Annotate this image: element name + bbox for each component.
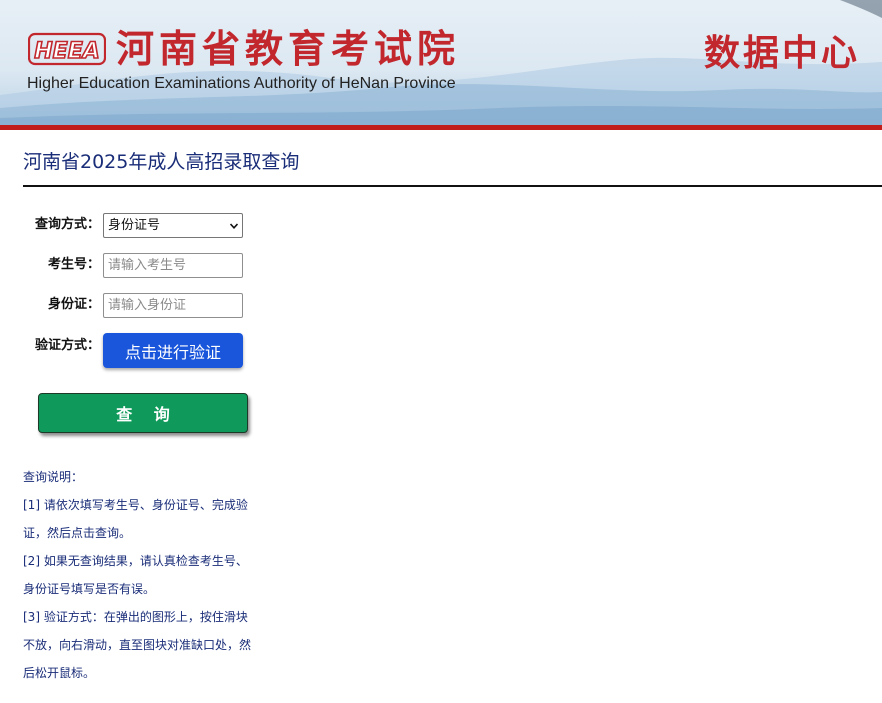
exam-number-label: 考生号： — [47, 257, 100, 272]
page-title: 河南省2025年成人高招录取查询 — [23, 151, 300, 173]
query-button[interactable]: 查 询 — [38, 393, 248, 433]
verify-method-label: 验证方式： — [34, 338, 100, 353]
instruction-item: [3] 验证方式：在弹出的图形上，按住滑块不放，向右滑动，直至图块对准缺口处，然… — [23, 610, 252, 680]
header-divider — [0, 125, 882, 130]
title-divider — [23, 185, 882, 187]
id-card-label: 身份证： — [47, 297, 100, 312]
verify-button[interactable]: 点击进行验证 — [103, 333, 243, 368]
query-method-select[interactable]: 身份证号 — [103, 213, 243, 238]
header-banner: HEEA 河南省教育考试院 Higher Education Examinati… — [0, 0, 882, 127]
svg-text:HEEA: HEEA — [34, 39, 100, 64]
site-title-cn: 河南省教育考试院 — [116, 27, 461, 71]
data-center-title: 数据中心 — [703, 33, 860, 74]
instruction-item: [2] 如果无查询结果，请认真检查考生号、身份证号填写是否有误。 — [23, 554, 248, 596]
chevron-down-icon — [230, 223, 238, 229]
id-card-input[interactable] — [103, 293, 243, 318]
site-title-en: Higher Education Examinations Authority … — [27, 75, 456, 92]
instruction-item: [1] 请依次填写考生号、身份证号、完成验证，然后点击查询。 — [23, 498, 248, 540]
query-method-label: 查询方式： — [34, 217, 100, 232]
heea-logo: HEEA — [28, 32, 106, 66]
query-instructions: 查询说明： [1] 请依次填写考生号、身份证号、完成验证，然后点击查询。 [2]… — [23, 463, 255, 687]
query-method-selected: 身份证号 — [108, 218, 161, 233]
exam-number-input[interactable] — [103, 253, 243, 278]
instructions-heading: 查询说明： — [23, 470, 84, 484]
